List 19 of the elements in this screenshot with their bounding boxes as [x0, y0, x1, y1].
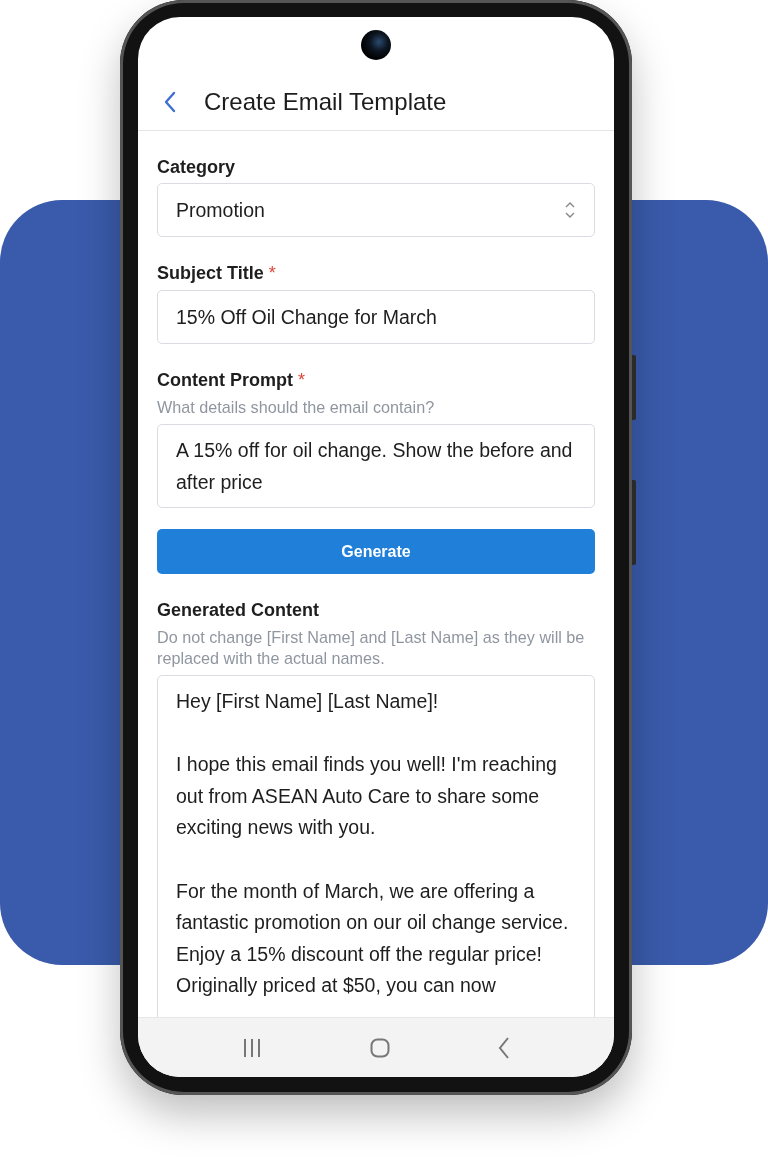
required-mark: * [268, 262, 276, 285]
field-label: Content Prompt [157, 369, 293, 392]
chevron-updown-icon [564, 201, 576, 219]
field-label: Generated Content [157, 599, 321, 622]
back-icon[interactable] [498, 1036, 510, 1059]
hint-text: Do not change [First Name] and [Last Name] as they will be replaced with the actual names. [157, 627, 586, 669]
required-mark: * [298, 369, 305, 392]
field-label: Category [157, 156, 237, 179]
hint-text: What details should the email contain? [157, 397, 436, 418]
text-area-field[interactable]: A 15% off for oil change. Show the before and after price [157, 424, 595, 508]
back-icon[interactable] [163, 90, 177, 113]
category-select[interactable]: Promotion [157, 183, 595, 237]
recent-apps-icon[interactable] [242, 1037, 262, 1058]
generate-button[interactable]: Generate [157, 529, 595, 574]
home-icon[interactable] [370, 1037, 390, 1058]
screen-title: Create Email Template [204, 87, 447, 116]
field-label: Subject Title [157, 262, 264, 285]
text-field[interactable]: 15% Off Oil Change for March [157, 290, 595, 344]
camera-icon [361, 30, 391, 60]
